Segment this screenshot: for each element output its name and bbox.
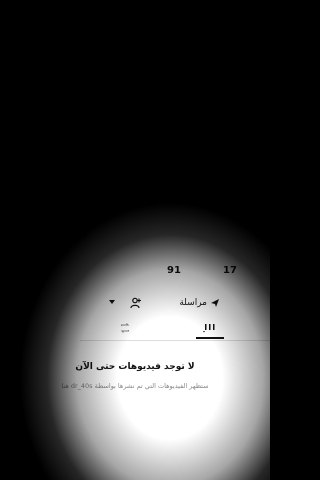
tabs-divider [80,340,270,341]
message-button-label: مراسلة [179,298,207,308]
send-icon [211,299,219,307]
stat-following[interactable]: 17 [200,265,260,277]
repost-icon [120,323,130,333]
profile-screen: 17 91 مراسلة لا توجد فيديوهات حتى الآن س… [0,0,270,480]
tab-videos[interactable] [170,317,250,339]
caret-down-icon[interactable] [108,298,116,306]
stat-followers-value: 91 [167,265,181,276]
message-button[interactable]: مراسلة [150,294,220,312]
profile-actions: مراسلة [0,294,270,312]
empty-state-subtitle: ستظهر الفيديوهات التي تم نشرها بواسطة dr… [61,382,209,390]
tab-reposts[interactable] [85,317,165,339]
stat-following-value: 17 [223,265,237,276]
empty-state-title: لا توجد فيديوهات حتى الآن [75,362,195,372]
grid-icon [203,324,215,333]
add-friend-icon[interactable] [130,297,142,309]
profile-stats: 17 91 [0,265,270,289]
stat-followers[interactable]: 91 [144,265,204,277]
active-tab-indicator [196,337,224,339]
profile-tabs [70,317,270,339]
